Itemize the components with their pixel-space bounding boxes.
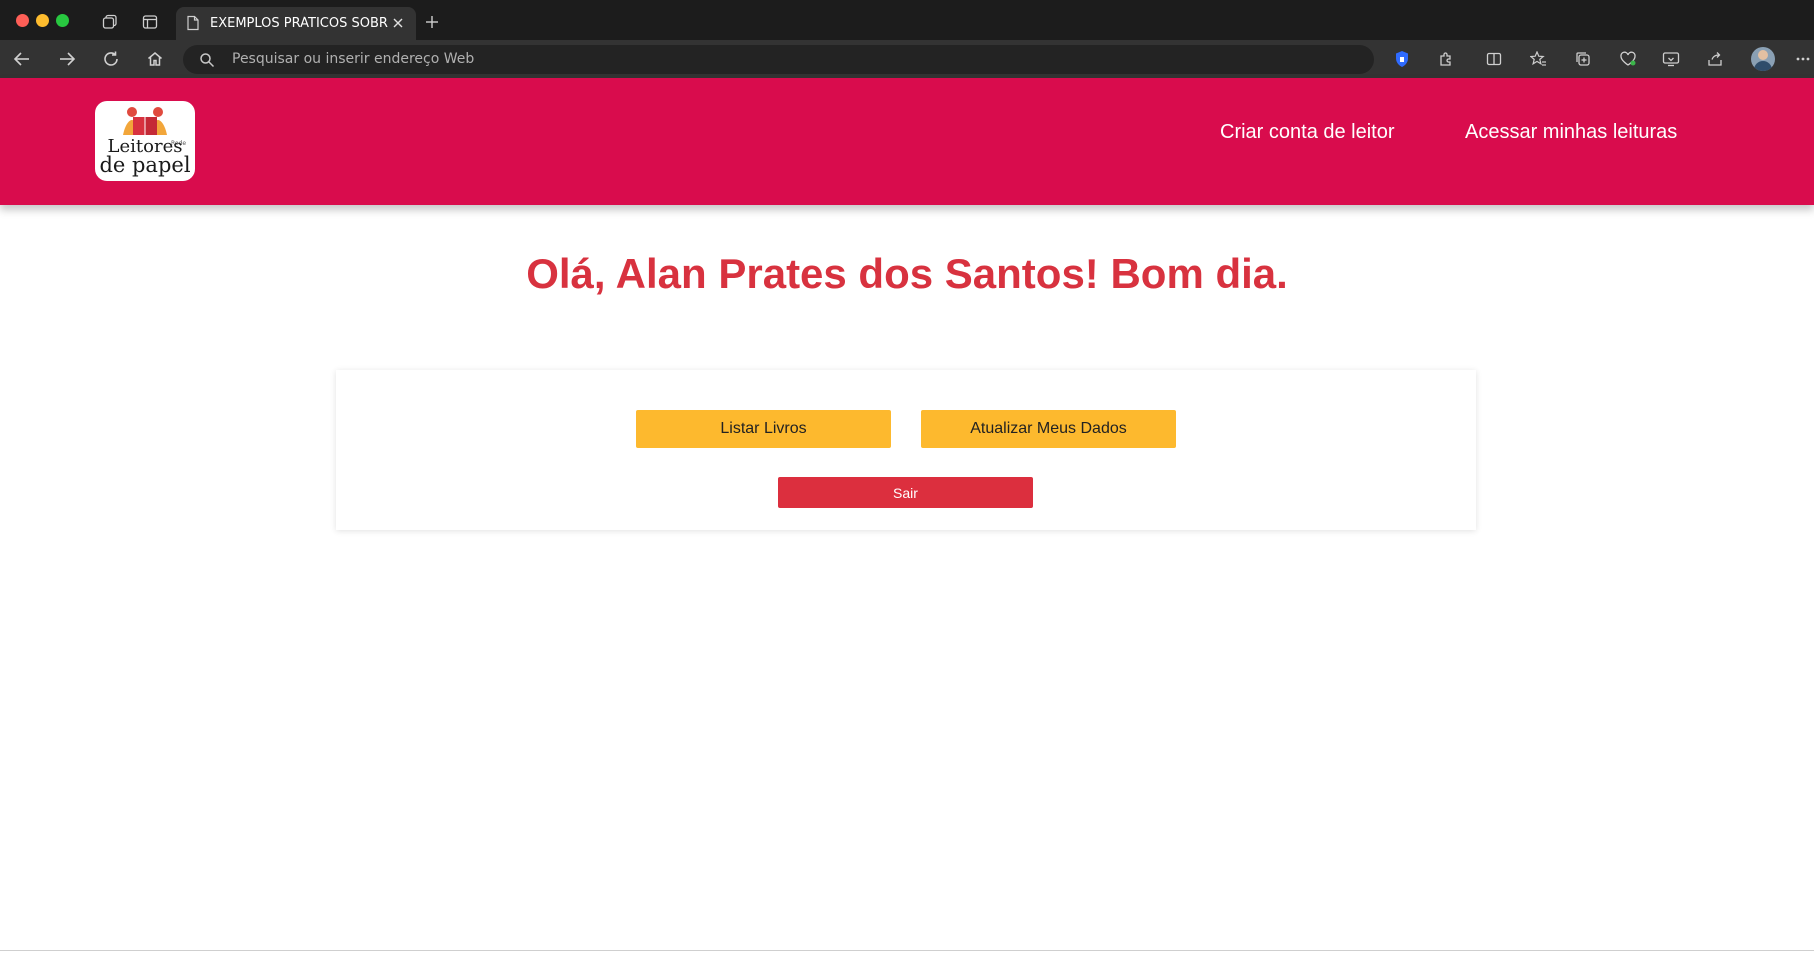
profile-avatar[interactable]: [1751, 47, 1775, 71]
list-books-button[interactable]: Listar Livros: [636, 410, 891, 448]
more-options-icon[interactable]: [1795, 49, 1811, 69]
split-screen-icon[interactable]: [1484, 49, 1504, 69]
update-data-button[interactable]: Atualizar Meus Dados: [921, 410, 1176, 448]
window-maximize-button[interactable]: [56, 14, 69, 27]
browser-tab-bar: EXEMPLOS PRÁTICOS SOBRE: [0, 0, 1814, 40]
search-icon: [198, 51, 216, 69]
address-placeholder: Pesquisar ou inserir endereço Web: [232, 51, 475, 67]
nav-link-create-account[interactable]: Criar conta de leitor: [1220, 121, 1395, 144]
tab-close-icon[interactable]: [386, 11, 410, 35]
window-minimize-button[interactable]: [36, 14, 49, 27]
site-logo[interactable]: Rede Leitores de papel: [95, 101, 195, 181]
greeting-title: Olá, Alan Prates dos Santos! Bom dia.: [526, 250, 1288, 297]
page-icon: [186, 15, 200, 35]
address-bar[interactable]: Pesquisar ou inserir endereço Web: [183, 45, 1374, 74]
forward-icon[interactable]: [56, 49, 78, 69]
shield-extension-icon[interactable]: [1392, 49, 1412, 69]
favorites-icon[interactable]: [1528, 49, 1548, 69]
collections-icon[interactable]: [1573, 49, 1593, 69]
back-icon[interactable]: [11, 49, 33, 69]
tab-actions-icon[interactable]: [140, 12, 160, 32]
home-icon[interactable]: [144, 49, 166, 69]
screenshot-icon[interactable]: [1661, 49, 1681, 69]
extensions-icon[interactable]: [1436, 49, 1456, 69]
workspaces-icon[interactable]: [100, 12, 120, 32]
window-bottom-divider: [0, 950, 1814, 951]
logo-line-2: de papel: [99, 153, 191, 177]
new-tab-icon[interactable]: [422, 12, 442, 32]
tab-title: EXEMPLOS PRÁTICOS SOBRE: [210, 16, 388, 31]
share-icon[interactable]: [1705, 49, 1725, 69]
window-close-button[interactable]: [16, 14, 29, 27]
site-header: Rede Leitores de papel Criar conta de le…: [0, 78, 1814, 205]
browser-tab-active[interactable]: EXEMPLOS PRÁTICOS SOBRE: [176, 7, 416, 40]
browser-toolbar: Pesquisar ou inserir endereço Web: [0, 40, 1814, 78]
nav-link-my-readings[interactable]: Acessar minhas leituras: [1465, 121, 1677, 144]
browser-essentials-icon[interactable]: [1618, 49, 1638, 69]
actions-card: Listar Livros Atualizar Meus Dados Sair: [336, 370, 1476, 530]
refresh-icon[interactable]: [100, 49, 122, 69]
reading-children-icon: [123, 107, 167, 135]
exit-button[interactable]: Sair: [778, 477, 1033, 508]
